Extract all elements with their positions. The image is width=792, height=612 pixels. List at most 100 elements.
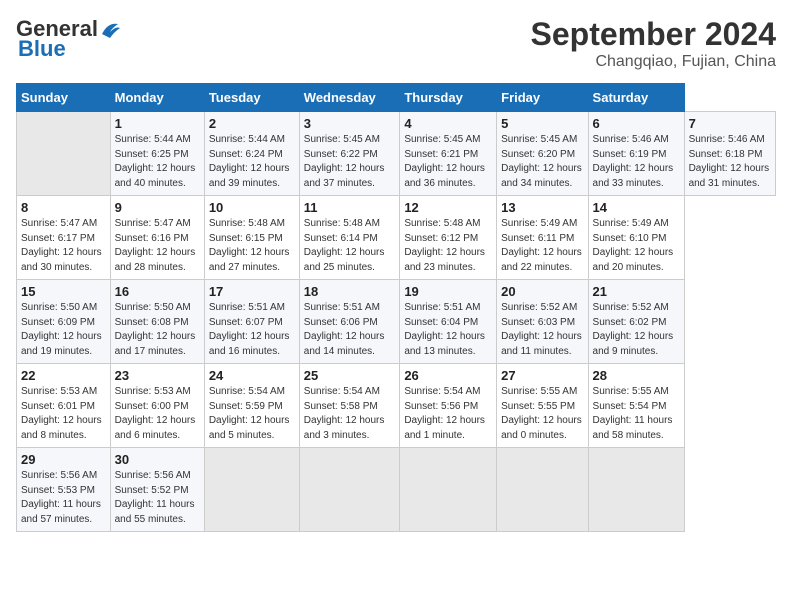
day-detail: Sunrise: 5:54 AMSunset: 5:59 PMDaylight:… [209,385,295,443]
day-detail: Sunrise: 5:50 AMSunset: 6:08 PMDaylight:… [115,301,200,359]
calendar-cell: 12 Sunrise: 5:48 AMSunset: 6:12 PMDayligh… [400,196,497,280]
day-number: 25 [304,368,396,383]
day-detail: Sunrise: 5:51 AMSunset: 6:07 PMDaylight:… [209,301,295,359]
day-detail: Sunrise: 5:52 AMSunset: 6:03 PMDaylight:… [501,301,583,359]
day-detail: Sunrise: 5:48 AMSunset: 6:14 PMDaylight:… [304,217,396,275]
day-number: 13 [501,200,583,215]
calendar-cell: 15Sunrise: 5:50 AMSunset: 6:09 PMDayligh… [17,280,111,364]
day-number: 21 [593,284,680,299]
calendar-week-row: 8 Sunrise: 5:47 AMSunset: 6:17 PMDaylight… [17,196,776,280]
day-detail: Sunrise: 5:55 AMSunset: 5:55 PMDaylight:… [501,385,583,443]
calendar-cell: 9 Sunrise: 5:47 AMSunset: 6:16 PMDaylight… [110,196,204,280]
day-number: 2 [209,116,295,131]
calendar-cell: 27 Sunrise: 5:55 AMSunset: 5:55 PMDayligh… [497,364,588,448]
col-header-saturday: Saturday [588,84,684,112]
day-detail: Sunrise: 5:54 AMSunset: 5:58 PMDaylight:… [304,385,396,443]
day-number: 9 [115,200,200,215]
col-header-tuesday: Tuesday [204,84,299,112]
day-detail: Sunrise: 5:47 AMSunset: 6:16 PMDaylight:… [115,217,200,275]
day-detail: Sunrise: 5:53 AMSunset: 6:00 PMDaylight:… [115,385,200,443]
day-number: 17 [209,284,295,299]
calendar-cell-empty [497,448,588,532]
day-detail: Sunrise: 5:45 AMSunset: 6:22 PMDaylight:… [304,133,396,191]
day-number: 10 [209,200,295,215]
calendar-cell: 6Sunrise: 5:46 AMSunset: 6:19 PMDaylight… [588,112,684,196]
calendar-cell: 23 Sunrise: 5:53 AMSunset: 6:00 PMDayligh… [110,364,204,448]
day-number: 14 [593,200,680,215]
day-number: 8 [21,200,106,215]
calendar-cell: 18Sunrise: 5:51 AMSunset: 6:06 PMDayligh… [299,280,400,364]
logo-bird-icon [100,20,122,38]
day-number: 19 [404,284,492,299]
calendar-cell: 20Sunrise: 5:52 AMSunset: 6:03 PMDayligh… [497,280,588,364]
col-header-wednesday: Wednesday [299,84,400,112]
col-header-thursday: Thursday [400,84,497,112]
calendar-cell: 13Sunrise: 5:49 AMSunset: 6:11 PMDayligh… [497,196,588,280]
day-number: 26 [404,368,492,383]
calendar-cell: 10Sunrise: 5:48 AMSunset: 6:15 PMDayligh… [204,196,299,280]
calendar-cell: 21 Sunrise: 5:52 AMSunset: 6:02 PMDayligh… [588,280,684,364]
day-number: 23 [115,368,200,383]
day-number: 3 [304,116,396,131]
calendar-week-row: 29 Sunrise: 5:56 AMSunset: 5:53 PMDayligh… [17,448,776,532]
location-subtitle: Changqiao, Fujian, China [531,53,776,71]
day-number: 6 [593,116,680,131]
day-detail: Sunrise: 5:45 AMSunset: 6:21 PMDaylight:… [404,133,492,191]
day-detail: Sunrise: 5:44 AMSunset: 6:25 PMDaylight:… [115,133,200,191]
calendar-cell: 19 Sunrise: 5:51 AMSunset: 6:04 PMDayligh… [400,280,497,364]
day-detail: Sunrise: 5:45 AMSunset: 6:20 PMDaylight:… [501,133,583,191]
calendar-cell: 14 Sunrise: 5:49 AMSunset: 6:10 PMDayligh… [588,196,684,280]
calendar-header-row: SundayMondayTuesdayWednesdayThursdayFrid… [17,84,776,112]
day-detail: Sunrise: 5:48 AMSunset: 6:12 PMDaylight:… [404,217,492,275]
calendar-cell: 16 Sunrise: 5:50 AMSunset: 6:08 PMDayligh… [110,280,204,364]
calendar-cell: 4 Sunrise: 5:45 AMSunset: 6:21 PMDaylight… [400,112,497,196]
day-detail: Sunrise: 5:56 AMSunset: 5:52 PMDaylight:… [115,469,200,527]
day-number: 12 [404,200,492,215]
day-number: 4 [404,116,492,131]
calendar-week-row: 22Sunrise: 5:53 AMSunset: 6:01 PMDayligh… [17,364,776,448]
month-year-title: September 2024 [531,16,776,53]
day-number: 1 [115,116,200,131]
calendar-cell-empty [204,448,299,532]
calendar-cell-empty [400,448,497,532]
calendar-cell-empty [17,112,111,196]
calendar-cell: 11 Sunrise: 5:48 AMSunset: 6:14 PMDayligh… [299,196,400,280]
day-number: 29 [21,452,106,467]
day-detail: Sunrise: 5:49 AMSunset: 6:10 PMDaylight:… [593,217,680,275]
col-header-monday: Monday [110,84,204,112]
day-detail: Sunrise: 5:51 AMSunset: 6:04 PMDaylight:… [404,301,492,359]
title-block: September 2024 Changqiao, Fujian, China [531,16,776,71]
day-number: 28 [593,368,680,383]
calendar-cell-empty [588,448,684,532]
day-number: 11 [304,200,396,215]
day-detail: Sunrise: 5:47 AMSunset: 6:17 PMDaylight:… [21,217,106,275]
page-header: General Blue September 2024 Changqiao, F… [16,16,776,71]
calendar-table: SundayMondayTuesdayWednesdayThursdayFrid… [16,83,776,532]
calendar-cell: 26Sunrise: 5:54 AMSunset: 5:56 PMDayligh… [400,364,497,448]
day-detail: Sunrise: 5:56 AMSunset: 5:53 PMDaylight:… [21,469,106,527]
day-number: 27 [501,368,583,383]
calendar-cell: 8 Sunrise: 5:47 AMSunset: 6:17 PMDaylight… [17,196,111,280]
col-header-sunday: Sunday [17,84,111,112]
day-number: 16 [115,284,200,299]
calendar-week-row: 1 Sunrise: 5:44 AMSunset: 6:25 PMDaylight… [17,112,776,196]
calendar-cell: 2Sunrise: 5:44 AMSunset: 6:24 PMDaylight… [204,112,299,196]
calendar-cell: 22Sunrise: 5:53 AMSunset: 6:01 PMDayligh… [17,364,111,448]
day-number: 30 [115,452,200,467]
calendar-cell: 25 Sunrise: 5:54 AMSunset: 5:58 PMDayligh… [299,364,400,448]
day-number: 18 [304,284,396,299]
calendar-cell: 3 Sunrise: 5:45 AMSunset: 6:22 PMDaylight… [299,112,400,196]
logo: General Blue [16,16,122,62]
day-detail: Sunrise: 5:55 AMSunset: 5:54 PMDaylight:… [593,385,680,443]
calendar-cell-empty [299,448,400,532]
day-detail: Sunrise: 5:50 AMSunset: 6:09 PMDaylight:… [21,301,106,359]
calendar-cell: 28 Sunrise: 5:55 AMSunset: 5:54 PMDayligh… [588,364,684,448]
calendar-cell: 5 Sunrise: 5:45 AMSunset: 6:20 PMDaylight… [497,112,588,196]
day-detail: Sunrise: 5:46 AMSunset: 6:18 PMDaylight:… [689,133,771,191]
day-detail: Sunrise: 5:52 AMSunset: 6:02 PMDaylight:… [593,301,680,359]
day-number: 5 [501,116,583,131]
day-number: 7 [689,116,771,131]
day-number: 24 [209,368,295,383]
calendar-week-row: 15Sunrise: 5:50 AMSunset: 6:09 PMDayligh… [17,280,776,364]
day-detail: Sunrise: 5:53 AMSunset: 6:01 PMDaylight:… [21,385,106,443]
